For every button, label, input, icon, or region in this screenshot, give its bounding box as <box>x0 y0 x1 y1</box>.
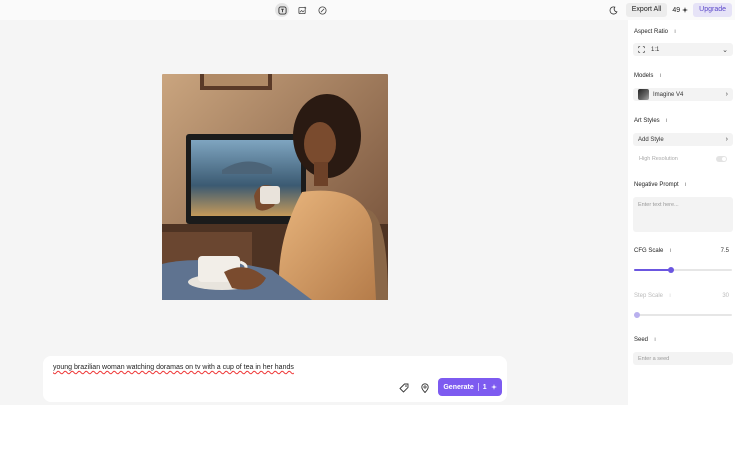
info-icon[interactable]: i <box>652 337 658 343</box>
seed-input[interactable]: Enter a seed <box>633 352 733 365</box>
add-style-label: Add Style <box>638 136 664 143</box>
step-scale-slider[interactable] <box>634 312 732 318</box>
cfg-scale-value: 7.5 <box>720 248 729 254</box>
seed-label: Seed i <box>634 337 658 343</box>
info-icon[interactable]: i <box>657 73 663 79</box>
generate-button[interactable]: Generate 1 <box>438 378 502 396</box>
chevron-right-icon: › <box>725 136 728 143</box>
credits-counter: 49 <box>672 6 689 14</box>
info-icon[interactable]: i <box>667 248 673 254</box>
generate-label: Generate <box>443 383 474 391</box>
cfg-scale-slider-handle[interactable] <box>668 267 674 273</box>
high-resolution-toggle[interactable] <box>716 156 727 162</box>
models-label-text: Models <box>634 73 654 79</box>
info-icon[interactable]: i <box>683 182 689 188</box>
generate-cost: 1 <box>482 383 487 391</box>
dark-mode-icon[interactable] <box>607 3 621 17</box>
tag-icon[interactable] <box>397 381 411 395</box>
model-value: Imagine V4 <box>653 91 684 98</box>
prompt-input[interactable]: young brazilian woman watching doramas o… <box>53 364 294 371</box>
chevron-down-icon: ⌄ <box>722 46 728 54</box>
art-styles-label: Art Styles i <box>634 118 670 124</box>
seed-label-text: Seed <box>634 337 649 343</box>
chevron-right-icon: › <box>725 91 728 98</box>
mode-switcher <box>275 3 329 17</box>
image-edit-icon[interactable] <box>295 3 309 17</box>
info-icon[interactable]: i <box>667 293 673 299</box>
generate-separator <box>477 383 479 391</box>
settings-panel: Aspect Ratio i 1:1 ⌄ Models i Imagine V4… <box>628 20 735 405</box>
location-pin-icon[interactable] <box>418 381 432 395</box>
add-style-button[interactable]: Add Style › <box>633 133 733 146</box>
art-styles-label-text: Art Styles <box>634 118 660 124</box>
negative-prompt-input[interactable]: Enter text here... <box>633 197 733 232</box>
cfg-scale-label-text: CFG Scale <box>634 248 664 254</box>
cfg-scale-slider[interactable] <box>634 267 732 273</box>
negative-prompt-label-text: Negative Prompt <box>634 182 679 188</box>
models-label: Models i <box>634 73 663 79</box>
high-resolution-label: High Resolution <box>639 156 678 162</box>
sparkle-icon <box>682 7 689 13</box>
cfg-scale-label: CFG Scale i <box>634 248 673 254</box>
sparkle-icon <box>490 384 497 390</box>
info-icon[interactable]: i <box>672 29 678 35</box>
top-bar: Export All 49 Upgrade <box>0 0 735 20</box>
aspect-ratio-value: 1:1 <box>651 46 660 53</box>
crop-icon <box>638 46 645 53</box>
app-window: Export All 49 Upgrade young brazilian wo… <box>0 0 735 405</box>
credits-value: 49 <box>672 6 681 14</box>
model-select[interactable]: Imagine V4 › <box>633 88 733 101</box>
top-right-controls: Export All 49 Upgrade <box>607 3 732 17</box>
step-scale-value: 30 <box>722 293 729 299</box>
prompt-box: young brazilian woman watching doramas o… <box>43 356 507 402</box>
generated-image[interactable] <box>162 74 388 300</box>
high-resolution-row: High Resolution <box>633 153 733 165</box>
sketch-icon[interactable] <box>315 3 329 17</box>
step-scale-slider-handle[interactable] <box>634 312 640 318</box>
negative-prompt-label: Negative Prompt i <box>634 182 689 188</box>
model-thumbnail <box>638 89 649 100</box>
info-icon[interactable]: i <box>664 118 670 124</box>
step-scale-label-text: Step Scale <box>634 293 664 299</box>
upgrade-button[interactable]: Upgrade <box>693 3 732 17</box>
aspect-ratio-select[interactable]: 1:1 ⌄ <box>633 43 733 56</box>
step-scale-label: Step Scale i <box>634 293 673 299</box>
aspect-ratio-label: Aspect Ratio i <box>634 29 678 35</box>
cfg-scale-slider-fill <box>634 269 671 271</box>
aspect-ratio-label-text: Aspect Ratio <box>634 29 669 35</box>
text-icon[interactable] <box>275 3 289 17</box>
export-all-button[interactable]: Export All <box>625 3 668 17</box>
